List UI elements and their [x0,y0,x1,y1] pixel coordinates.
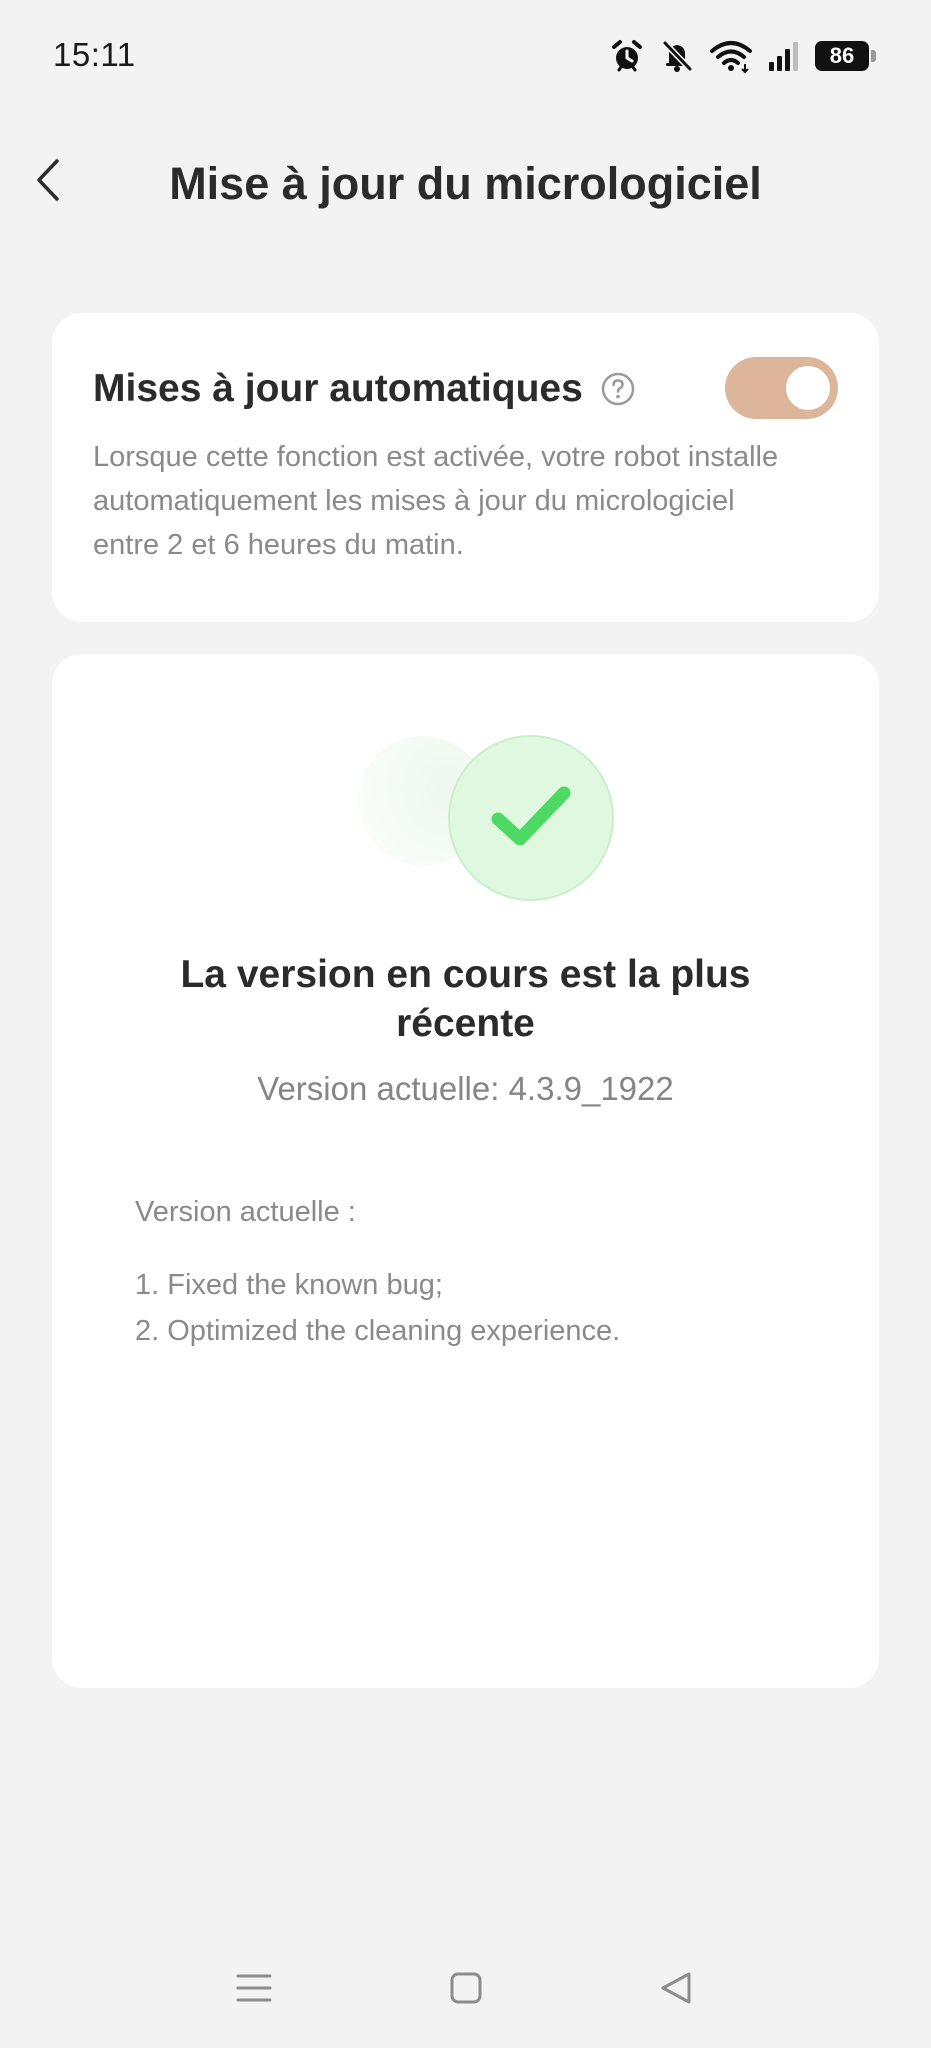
battery-tip [871,50,876,62]
nav-menu-button[interactable] [224,1965,284,2015]
header: Mise à jour du micrologiciel [0,130,931,240]
firmware-update-screen: 15:11 86 Mise à jour du micrologiciel Mi… [0,0,931,2048]
auto-updates-card: Mises à jour automatiques Lorsque cette … [52,313,879,622]
battery-icon: 86 [815,41,876,71]
wifi-icon [709,38,753,74]
auto-updates-description: Lorsque cette fonction est activée, votr… [93,441,779,561]
toggle-knob [786,366,830,410]
nav-back-button[interactable] [646,1965,706,2015]
auto-updates-title-row: Mises à jour automatiques [93,367,635,411]
status-bar: 15:11 86 [0,0,931,110]
status-icons: 86 [609,36,876,76]
check-circle-icon [448,735,614,901]
home-square-icon [449,1971,483,2010]
release-notes-heading: Version actuelle : [135,1196,356,1228]
release-note-item: 1. Fixed the known bug; [135,1269,443,1301]
back-triangle-icon [659,1970,693,2011]
signal-icon [767,38,801,74]
auto-updates-toggle[interactable] [725,357,838,419]
current-version: Version actuelle: 4.3.9_1922 [257,1070,674,1107]
status-time: 15:11 [53,36,136,73]
menu-icon [236,1972,272,2009]
success-illustration [358,694,614,901]
release-note-item: 2. Optimized the cleaning experience. [135,1315,621,1347]
status-title: La version en cours est la plus récente [180,953,751,1045]
bell-off-icon [659,38,695,74]
question-circle-icon[interactable] [601,372,635,406]
auto-updates-title: Mises à jour automatiques [93,367,583,410]
release-notes-list: 1. Fixed the known bug; 2. Optimized the… [135,1262,620,1354]
system-nav-bar [0,1945,931,2035]
battery-level: 86 [815,41,869,71]
firmware-status-card: La version en cours est la plus récente … [52,654,879,1688]
alarm-icon [609,38,645,74]
nav-home-button[interactable] [436,1965,496,2015]
page-title: Mise à jour du micrologiciel [169,158,762,209]
